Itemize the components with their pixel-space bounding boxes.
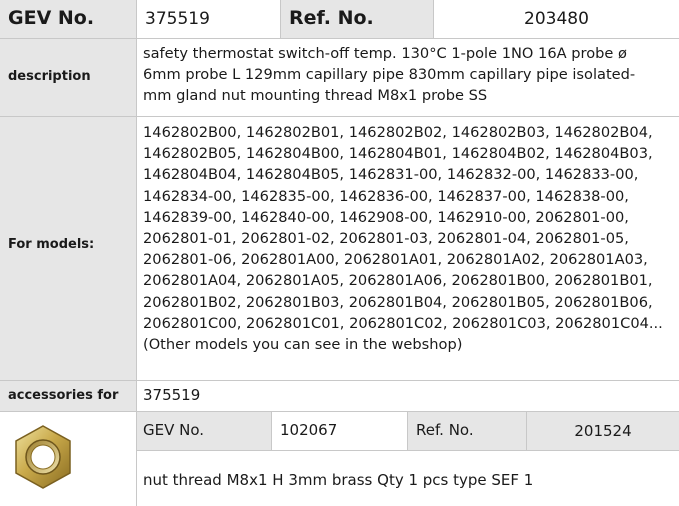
divider <box>526 412 527 450</box>
models-label-cell: For models: <box>0 117 136 380</box>
item-gev-label: GEV No. <box>143 421 205 439</box>
gev-label-cell: GEV No. <box>0 0 136 38</box>
accessories-value-cell: 375519 <box>137 381 679 411</box>
description-label: description <box>8 69 91 84</box>
models-line: 2062801-06, 2062801A00, 2062801A01, 2062… <box>143 251 648 269</box>
ref-value: 203480 <box>524 9 589 29</box>
webshop-note: (Other models you can see in the webshop… <box>143 336 463 354</box>
models-line: 2062801A04, 2062801A05, 2062801A06, 2062… <box>143 272 653 290</box>
accessories-label-cell: accessories for <box>0 381 136 411</box>
divider <box>0 380 679 381</box>
divider <box>0 411 679 412</box>
item-gev-label-cell: GEV No. <box>137 412 271 450</box>
divider <box>433 0 434 38</box>
divider <box>280 0 281 38</box>
divider <box>271 412 272 450</box>
models-line: 2062801-01, 2062801-02, 2062801-03, 2062… <box>143 230 629 248</box>
item-description-cell: nut thread M8x1 H 3mm brass Qty 1 pcs ty… <box>137 451 679 506</box>
gev-value: 375519 <box>145 9 210 29</box>
models-line: 1462802B00, 1462802B01, 1462802B02, 1462… <box>143 124 653 141</box>
divider <box>407 412 408 450</box>
models-line: 1462839-00, 1462840-00, 1462908-00, 1462… <box>143 208 629 226</box>
description-line: safety thermostat switch-off temp. 130°C… <box>143 45 627 62</box>
description-text: safety thermostat switch-off temp. 130°C… <box>137 39 679 116</box>
item-description: nut thread M8x1 H 3mm brass Qty 1 pcs ty… <box>143 471 534 489</box>
models-label: For models: <box>8 237 95 252</box>
divider <box>137 450 679 451</box>
item-gev-value: 102067 <box>280 421 338 439</box>
item-gev-value-cell: 102067 <box>272 412 407 450</box>
divider <box>0 116 679 117</box>
gev-value-cell: 375519 <box>137 0 280 38</box>
models-line: 1462802B05, 1462804B00, 1462804B01, 1462… <box>143 145 653 163</box>
ref-value-cell: 203480 <box>434 0 679 38</box>
description-line: 6mm probe L 129mm capillary pipe 830mm c… <box>143 66 636 84</box>
product-sheet: GEV No. 375519 Ref. No. 203480 descripti… <box>0 0 679 506</box>
models-line: 1462834-00, 1462835-00, 1462836-00, 1462… <box>143 187 629 205</box>
divider <box>0 38 679 39</box>
models-list: 1462802B00, 1462802B01, 1462802B02, 1462… <box>137 117 679 380</box>
item-ref-value: 201524 <box>574 422 632 440</box>
accessories-label: accessories for <box>8 388 119 403</box>
accessory-image-cell <box>0 412 136 506</box>
models-line: 1462804B04, 1462804B05, 1462831-00, 1462… <box>143 166 639 184</box>
ref-label: Ref. No. <box>289 7 374 29</box>
accessories-value: 375519 <box>143 386 201 404</box>
item-ref-label: Ref. No. <box>416 421 474 439</box>
divider <box>136 0 137 506</box>
description-line: mm gland nut mounting thread M8x1 probe … <box>143 87 488 105</box>
item-ref-label-cell: Ref. No. <box>408 412 526 450</box>
ref-label-cell: Ref. No. <box>281 0 433 38</box>
description-label-cell: description <box>0 39 136 116</box>
gev-label: GEV No. <box>8 7 95 29</box>
models-line: 2062801B02, 2062801B03, 2062801B04, 2062… <box>143 293 653 311</box>
models-line: 2062801C00, 2062801C01, 2062801C02, 2062… <box>143 314 663 332</box>
hex-nut-icon <box>15 425 71 489</box>
item-ref-value-cell: 201524 <box>527 412 679 450</box>
